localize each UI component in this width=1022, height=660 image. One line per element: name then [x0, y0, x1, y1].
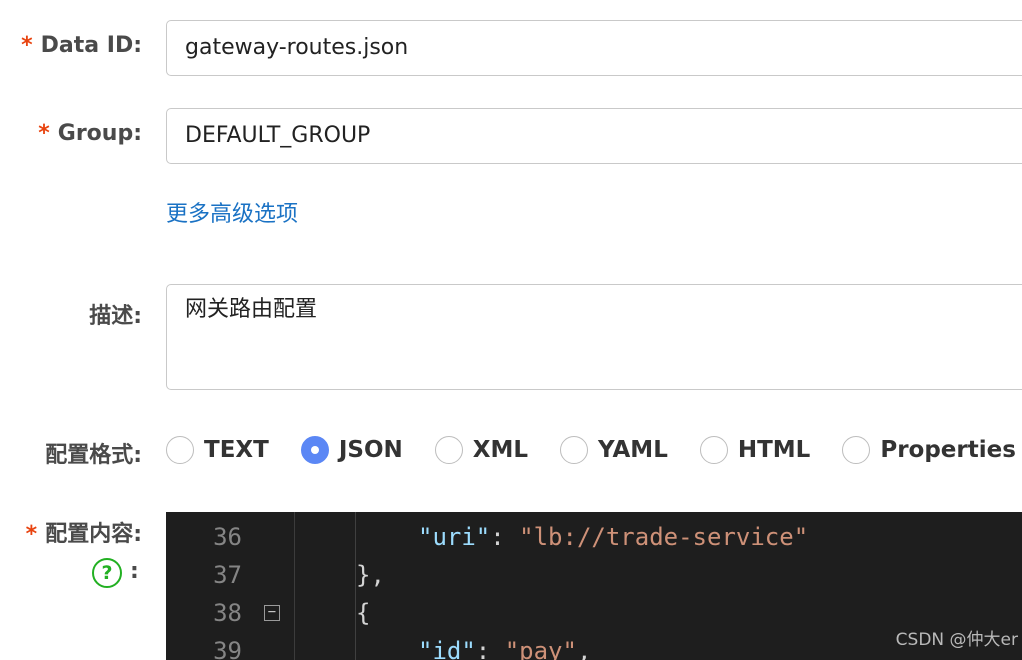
required-mark: * — [38, 121, 50, 146]
code-line: 37}, — [166, 556, 1022, 594]
radio-circle-icon — [166, 436, 194, 464]
code-token-tail: , — [576, 637, 592, 660]
content-label: * 配置内容: — [25, 522, 142, 547]
code-line: 38 − { — [166, 594, 1022, 632]
code-token-value: "lb://trade-service" — [519, 523, 809, 551]
format-option-json[interactable]: JSON — [300, 436, 403, 464]
code-editor[interactable]: 36 "uri": "lb://trade-service" 37}, 38−{39 "… — [166, 512, 1022, 660]
code-token-value: "pay" — [504, 637, 577, 660]
format-option-label: HTML — [737, 437, 811, 463]
radio-circle-icon — [842, 436, 871, 464]
required-mark: * — [21, 33, 33, 58]
format-option-label: TEXT — [204, 437, 269, 463]
radio-circle-icon — [434, 436, 463, 464]
format-option-label: YAML — [598, 437, 668, 463]
description-textarea[interactable]: 网关路由配置 — [166, 284, 1022, 390]
required-mark: * — [25, 522, 38, 547]
line-number: 38 — [213, 599, 242, 627]
group-value: DEFAULT_GROUP — [185, 123, 371, 148]
format-option-text[interactable]: TEXT — [166, 436, 269, 464]
format-option-yaml[interactable]: YAML — [560, 436, 668, 464]
line-number: 36 — [213, 523, 242, 551]
code-token-sep: : — [490, 523, 520, 551]
code-token-key: "id" — [418, 637, 476, 660]
radio-circle-icon — [560, 436, 589, 464]
code-text: }, — [356, 561, 385, 589]
help-colon: : — [130, 559, 139, 584]
fold-toggle-icon[interactable]: − — [264, 605, 280, 621]
code-token-key: "uri" — [418, 523, 491, 551]
description-value: 网关路由配置 — [185, 297, 318, 322]
format-option-xml[interactable]: XML — [434, 436, 529, 464]
radio-circle-icon — [300, 436, 329, 464]
format-option-label: JSON — [338, 437, 403, 463]
more-options-link[interactable]: 更多高级选项 — [166, 196, 298, 228]
line-number: 37 — [213, 561, 242, 589]
code-token-sep: : — [475, 637, 505, 660]
description-label: 描述: — [89, 304, 142, 329]
data-id-input[interactable]: gateway-routes.json — [166, 20, 1022, 76]
radio-circle-icon — [699, 436, 728, 464]
format-option-label: Properties — [880, 437, 1016, 463]
format-option-html[interactable]: HTML — [699, 436, 811, 464]
code-line: 36 "uri": "lb://trade-service" — [166, 518, 1022, 556]
code-line: 39 "id": "pay", — [166, 632, 1022, 660]
format-radio-group: TEXT JSON XML YAML HTML Properties — [166, 430, 1022, 470]
group-input[interactable]: DEFAULT_GROUP — [166, 108, 1022, 164]
help-icon[interactable]: ? — [92, 558, 122, 588]
data-id-value: gateway-routes.json — [185, 35, 409, 60]
group-label: * Group: — [38, 121, 142, 146]
format-option-properties[interactable]: Properties — [842, 436, 1016, 464]
format-label: 配置格式: — [45, 443, 142, 468]
watermark: CSDN @仲大er — [895, 630, 1018, 650]
code-text: "id": "pay", — [418, 632, 591, 660]
code-text: "uri": "lb://trade-service" — [418, 518, 808, 556]
data-id-label: * Data ID: — [21, 33, 142, 58]
line-number: 39 — [213, 637, 242, 660]
format-option-label: XML — [472, 437, 529, 463]
code-text: { — [356, 599, 371, 627]
